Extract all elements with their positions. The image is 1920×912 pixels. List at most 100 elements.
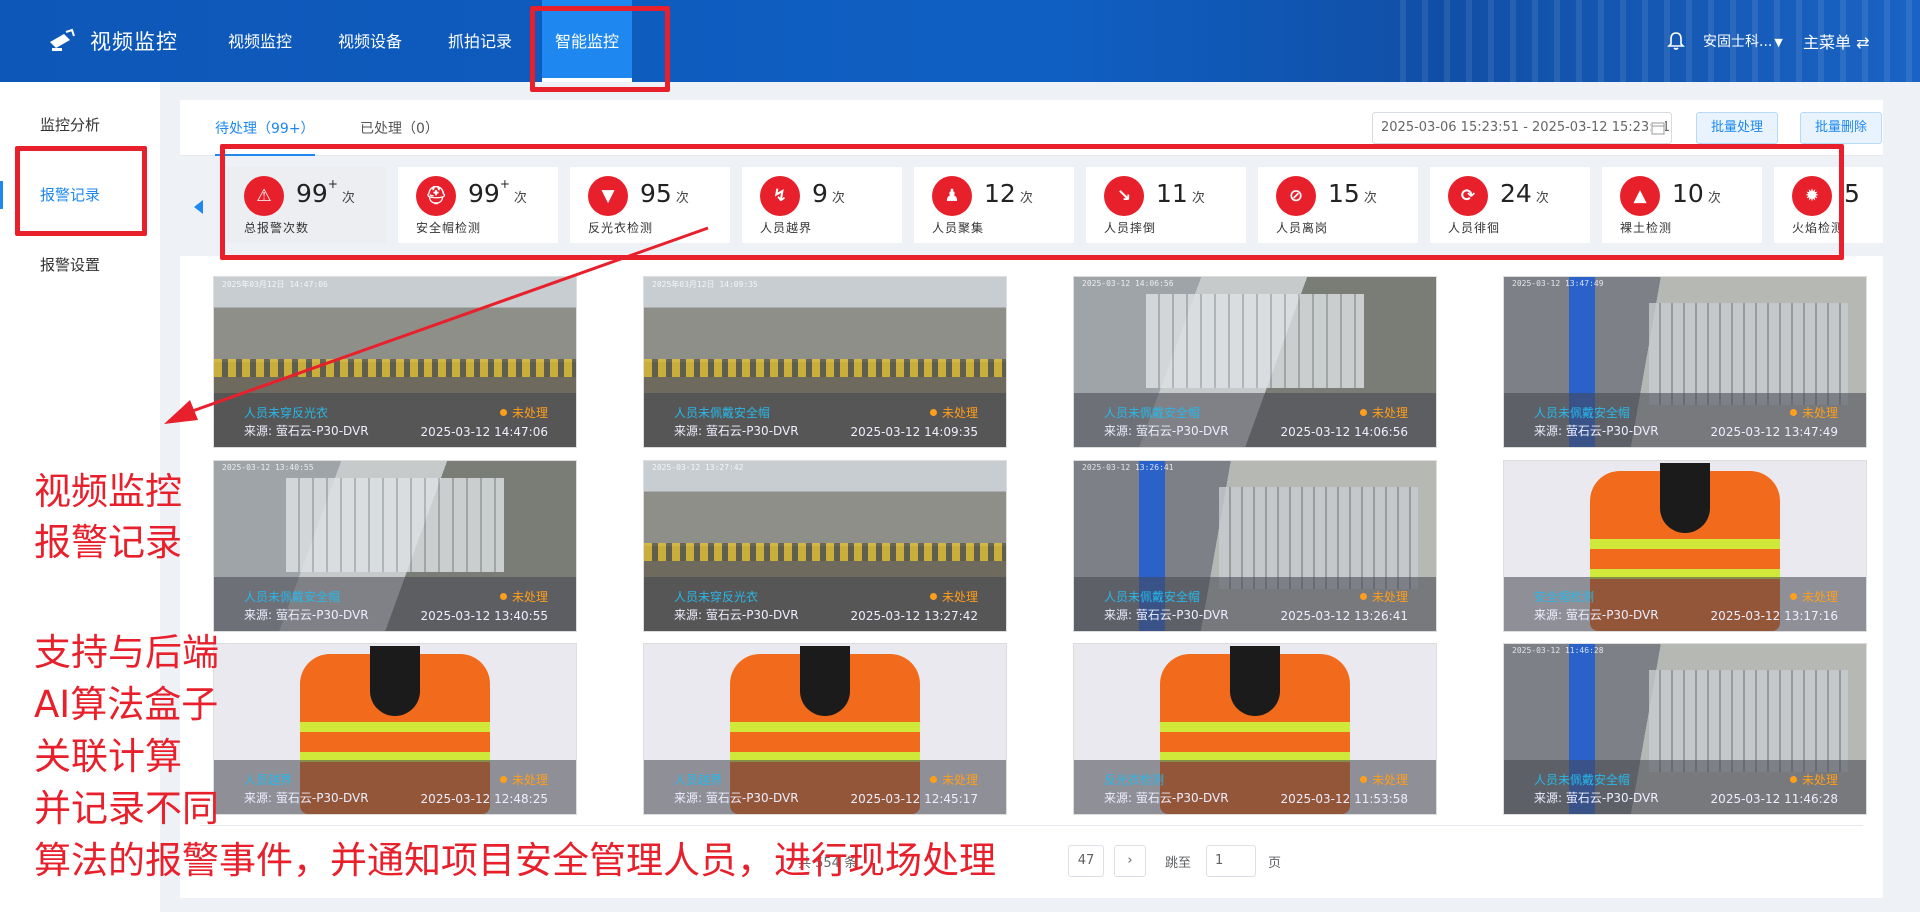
date-range-picker[interactable]: 2025-03-06 15:23:51 - 2025-03-12 15:23:5… bbox=[1372, 112, 1672, 144]
record-time: 2025-03-12 14:47:06 bbox=[420, 425, 548, 439]
record-time: 2025-03-12 13:47:49 bbox=[1710, 425, 1838, 439]
alarm-type: 人员未佩戴安全帽 bbox=[1534, 406, 1631, 420]
alarm-type: 人员未穿反光衣 bbox=[244, 406, 329, 420]
alarm-type: 人员未佩戴安全帽 bbox=[244, 590, 341, 604]
records-grid: 2025年03月12日 14:47:06 人员未穿反光衣 未处理 来源: 萤石云-P3… bbox=[180, 256, 1883, 898]
nav-capture-records[interactable]: 抓拍记录 bbox=[430, 0, 530, 82]
record-info-overlay: 人员越界 未处理 来源: 萤石云-P30-DVR 2025-03-12 12:48:2… bbox=[214, 760, 576, 814]
record-info-overlay: 人员未佩戴安全帽 未处理 来源: 萤石云-P30-DVR 2025-03-12 11:… bbox=[1504, 760, 1866, 814]
stat-count: 5 bbox=[1844, 179, 1860, 208]
annotation-box-alarm-records bbox=[15, 146, 147, 236]
status-badge: 未处理 bbox=[500, 588, 548, 605]
record-source: 来源: 萤石云-P30-DVR bbox=[244, 424, 369, 438]
status-badge: 未处理 bbox=[500, 771, 548, 788]
alarm-type: 人员未佩戴安全帽 bbox=[1104, 590, 1201, 604]
record-source: 来源: 萤石云-P30-DVR bbox=[244, 791, 369, 805]
annotation-title-line-1: 视频监控 bbox=[34, 470, 182, 513]
pagination-page-47[interactable]: 47 bbox=[1068, 845, 1104, 877]
record-info-overlay: 人员越界 未处理 来源: 萤石云-P30-DVR 2025-03-12 12:45:1… bbox=[644, 760, 1006, 814]
alarm-record-card[interactable]: 2025-03-12 11:46:28 人员未佩戴安全帽 未处理 来源: 萤石云-P3… bbox=[1503, 643, 1867, 815]
sidebar-item-monitor-analysis[interactable]: 监控分析 bbox=[0, 105, 160, 145]
snapshot-timestamp: 2025-03-12 13:47:49 bbox=[1512, 279, 1604, 288]
status-badge: 未处理 bbox=[1360, 404, 1408, 421]
annotation-desc-line-3: 关联计算 bbox=[34, 735, 182, 778]
alarm-record-card[interactable]: 人员越界 未处理 来源: 萤石云-P30-DVR 2025-03-12 12:48:2… bbox=[213, 643, 577, 815]
record-time: 2025-03-12 11:46:28 bbox=[1710, 792, 1838, 806]
pagination-next-button[interactable]: › bbox=[1114, 845, 1146, 877]
company-selector[interactable]: 安固士科... ▼ bbox=[1703, 31, 1783, 51]
sidebar-item-alarm-settings[interactable]: 报警设置 bbox=[0, 245, 160, 285]
pagination-page-input[interactable]: 1 bbox=[1206, 845, 1256, 877]
record-source: 来源: 萤石云-P30-DVR bbox=[674, 424, 799, 438]
record-source: 来源: 萤石云-P30-DVR bbox=[674, 791, 799, 805]
record-info-overlay: 人员未佩戴安全帽 未处理来源: 萤石云-P30-DVR 2025-03-12 14:… bbox=[1074, 393, 1436, 447]
annotation-desc-line-2: AI算法盒子 bbox=[34, 683, 219, 726]
status-badge: 未处理 bbox=[930, 771, 978, 788]
record-time: 2025-03-12 14:09:35 bbox=[850, 425, 978, 439]
alarm-record-card[interactable]: 2025-03-12 14:06:56 人员未佩戴安全帽 未处理来源: 萤石云-P3… bbox=[1073, 276, 1437, 448]
top-bar: 视频监控 视频监控 视频设备 抓拍记录 智能监控 安固士科... ▼ 主菜单 ⇄ bbox=[0, 0, 1920, 82]
annotation-box-smart-monitor bbox=[530, 6, 670, 92]
record-time: 2025-03-12 13:27:42 bbox=[850, 609, 978, 623]
record-source: 来源: 萤石云-P30-DVR bbox=[1534, 424, 1659, 438]
record-source: 来源: 萤石云-P30-DVR bbox=[674, 608, 799, 622]
nav-video-monitor[interactable]: 视频监控 bbox=[210, 0, 310, 82]
record-time: 2025-03-12 14:06:56 bbox=[1280, 425, 1408, 439]
snapshot-timestamp: 2025-03-12 13:40:55 bbox=[222, 463, 314, 472]
date-range-value: 2025-03-06 15:23:51 - 2025-03-12 15:23:5… bbox=[1381, 120, 1671, 135]
status-badge: 未处理 bbox=[1790, 771, 1838, 788]
record-info-overlay: 人员未穿反光衣 未处理 来源: 萤石云-P30-DVR 2025-03-12 13:2… bbox=[644, 577, 1006, 631]
batch-delete-button[interactable]: 批量删除 bbox=[1800, 112, 1883, 144]
snapshot-timestamp: 2025年03月12日 14:09:35 bbox=[652, 280, 758, 289]
annotation-desc-line-5: 算法的报警事件，并通知项目安全管理人员，进行现场处理 bbox=[34, 839, 996, 882]
main-menu-button[interactable]: 主菜单 ⇄ bbox=[1803, 29, 1870, 53]
alarm-type: 反光衣检测 bbox=[1104, 773, 1165, 787]
alarm-record-card[interactable]: 2025-03-12 13:27:42 人员未穿反光衣 未处理 来源: 萤石云-P30… bbox=[643, 460, 1007, 632]
record-info-overlay: 人员未佩戴安全帽 未处理来源: 萤石云-P30-DVR 2025-03-12 13:… bbox=[1074, 577, 1436, 631]
record-info-overlay: 安全帽检测 未处理 来源: 萤石云-P30-DVR 2025-03-12 13:17:… bbox=[1504, 577, 1866, 631]
app-logo[interactable]: 视频监控 bbox=[48, 26, 178, 56]
alarm-record-card[interactable]: 安全帽检测 未处理 来源: 萤石云-P30-DVR 2025-03-12 13:17:… bbox=[1503, 460, 1867, 632]
bell-icon[interactable] bbox=[1665, 30, 1687, 52]
snapshot-timestamp: 2025-03-12 11:46:28 bbox=[1512, 646, 1604, 655]
alarm-record-card[interactable]: 2025-03-12 13:40:55 人员未佩戴安全帽 未处理来源: 萤石云-P3… bbox=[213, 460, 577, 632]
record-info-overlay: 人员未佩戴安全帽 未处理来源: 萤石云-P30-DVR 2025-03-12 13:… bbox=[214, 577, 576, 631]
record-time: 2025-03-12 12:48:25 bbox=[420, 792, 548, 806]
alarm-type: 人员未穿反光衣 bbox=[674, 590, 759, 604]
record-time: 2025-03-12 11:53:58 bbox=[1280, 792, 1408, 806]
pagination-jump-label: 跳至 bbox=[1165, 856, 1192, 871]
status-badge: 未处理 bbox=[930, 404, 978, 421]
alarm-record-card[interactable]: 2025-03-12 13:26:41 人员未佩戴安全帽 未处理来源: 萤石云-P3… bbox=[1073, 460, 1437, 632]
snapshot-timestamp: 2025-03-12 13:27:42 bbox=[652, 463, 744, 472]
record-source: 来源: 萤石云-P30-DVR bbox=[1104, 608, 1229, 622]
annotation-title-line-2: 报警记录 bbox=[34, 521, 182, 564]
status-badge: 未处理 bbox=[1790, 404, 1838, 421]
record-source: 来源: 萤石云-P30-DVR bbox=[1534, 791, 1659, 805]
record-time: 2025-03-12 13:17:16 bbox=[1710, 609, 1838, 623]
alarm-type: 人员未佩戴安全帽 bbox=[674, 406, 771, 420]
alarm-record-card[interactable]: 2025年03月12日 14:47:06 人员未穿反光衣 未处理 来源: 萤石云-P3… bbox=[213, 276, 577, 448]
status-badge: 未处理 bbox=[500, 404, 548, 421]
status-badge: 未处理 bbox=[1790, 588, 1838, 605]
annotation-desc-line-4: 并记录不同 bbox=[34, 787, 219, 830]
record-source: 来源: 萤石云-P30-DVR bbox=[1104, 424, 1229, 438]
record-source: 来源: 萤石云-P30-DVR bbox=[244, 608, 369, 622]
alarm-record-card[interactable]: 反光衣检测 未处理 来源: 萤石云-P30-DVR 2025-03-12 11:53:… bbox=[1073, 643, 1437, 815]
alarm-type: 人员未佩戴安全帽 bbox=[1104, 406, 1201, 420]
alarm-record-card[interactable]: 2025-03-12 13:47:49 人员未佩戴安全帽 未处理来源: 萤石云-P3… bbox=[1503, 276, 1867, 448]
record-time: 2025-03-12 13:40:55 bbox=[420, 609, 548, 623]
annotation-box-stats bbox=[220, 144, 1844, 260]
alarm-type: 安全帽检测 bbox=[1534, 590, 1595, 604]
record-info-overlay: 人员未佩戴安全帽 未处理来源: 萤石云-P30-DVR 2025-03-12 14:… bbox=[644, 393, 1006, 447]
snapshot-timestamp: 2025-03-12 13:26:41 bbox=[1082, 463, 1174, 472]
nav-video-devices[interactable]: 视频设备 bbox=[320, 0, 420, 82]
alarm-record-card[interactable]: 人员越界 未处理 来源: 萤石云-P30-DVR 2025-03-12 12:45:1… bbox=[643, 643, 1007, 815]
record-time: 2025-03-12 13:26:41 bbox=[1280, 609, 1408, 623]
alarm-record-card[interactable]: 2025年03月12日 14:09:35 人员未佩戴安全帽 未处理来源: 萤石云-P… bbox=[643, 276, 1007, 448]
camera-logo-icon bbox=[50, 28, 75, 51]
scroll-left-arrow-icon[interactable] bbox=[194, 200, 203, 214]
record-time: 2025-03-12 12:45:17 bbox=[850, 792, 978, 806]
batch-process-button[interactable]: 批量处理 bbox=[1696, 112, 1779, 144]
status-badge: 未处理 bbox=[1360, 588, 1408, 605]
record-info-overlay: 人员未穿反光衣 未处理来源: 萤石云-P30-DVR 2025-03-12 14:4… bbox=[214, 393, 576, 447]
